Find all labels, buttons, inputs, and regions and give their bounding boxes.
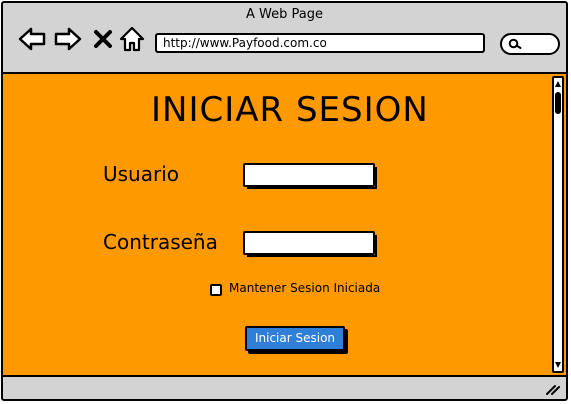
remember-checkbox[interactable] [210,284,222,296]
login-button[interactable]: Iniciar Sesion [245,326,345,351]
username-label: Usuario [103,162,180,186]
page-viewport: INICIAR SESION Usuario Contraseña Manten… [3,72,566,377]
arrow-right-icon[interactable] [53,25,83,53]
scroll-thumb[interactable] [555,92,561,114]
page-title: INICIAR SESION [151,90,429,130]
close-icon[interactable] [92,25,114,53]
username-input[interactable] [243,163,377,189]
search-icon [508,38,522,49]
password-input[interactable] [243,231,377,257]
browser-window: A Web Page http://www.Payfood.com.co INI… [1,1,568,401]
scroll-up-icon[interactable] [555,81,561,87]
scroll-down-icon[interactable] [555,362,561,368]
browser-search-box[interactable] [500,33,560,55]
window-title: A Web Page [246,7,323,22]
arrow-left-icon[interactable] [17,25,47,53]
home-icon[interactable] [119,25,145,53]
password-label: Contraseña [103,230,218,254]
vertical-scrollbar[interactable] [552,76,564,373]
address-bar[interactable]: http://www.Payfood.com.co [155,33,485,53]
remember-label: Mantener Sesion Iniciada [229,281,381,295]
resize-grip-icon[interactable] [544,381,560,395]
